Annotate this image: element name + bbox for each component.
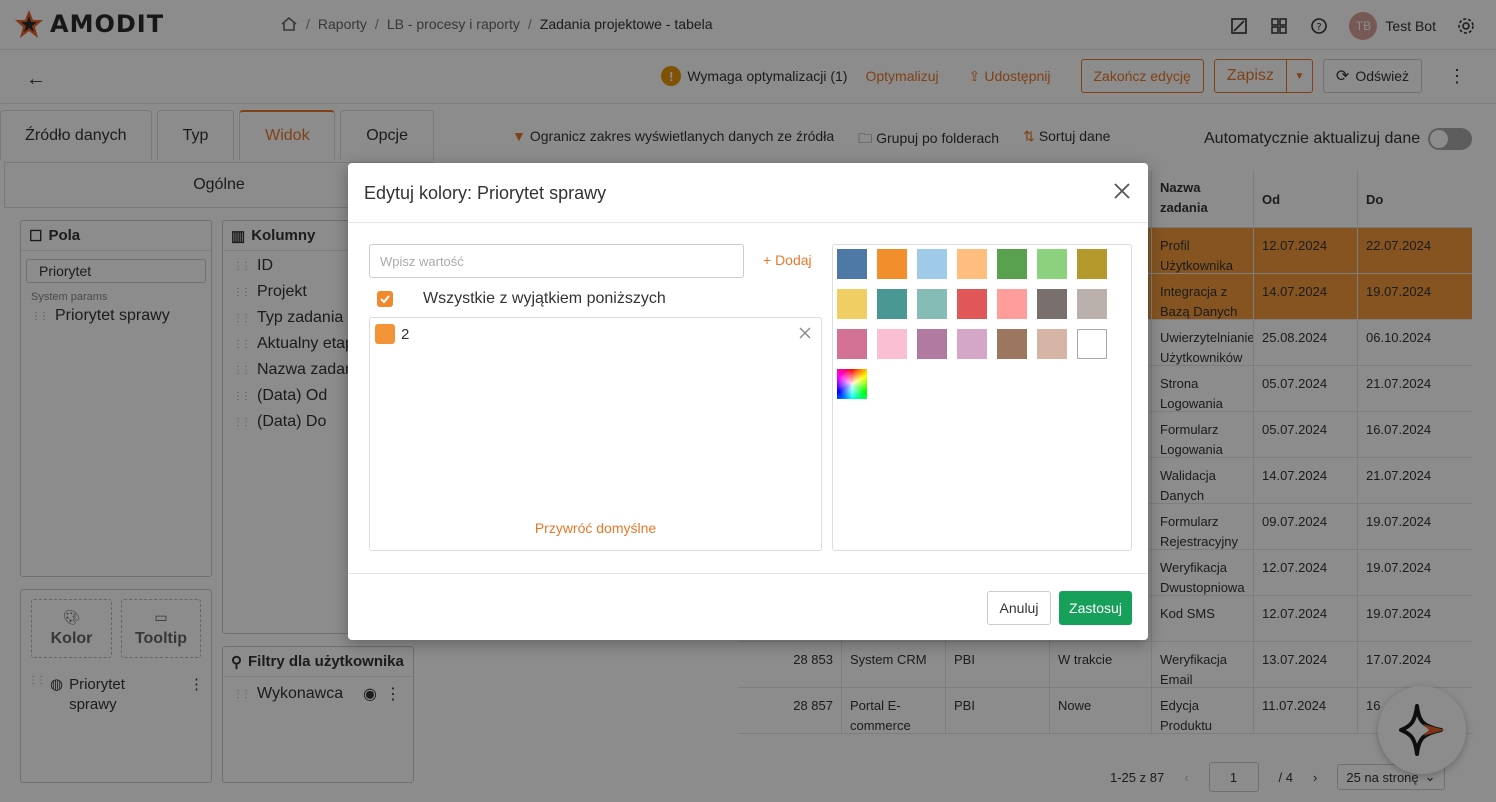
color-swatch[interactable] bbox=[997, 329, 1027, 359]
color-swatch[interactable] bbox=[1077, 289, 1107, 319]
color-swatch[interactable] bbox=[1077, 329, 1107, 359]
palette-grid bbox=[837, 249, 1127, 399]
all-except-checkbox[interactable] bbox=[377, 291, 393, 307]
color-swatch[interactable] bbox=[1037, 289, 1067, 319]
color-swatch[interactable] bbox=[957, 249, 987, 279]
values-list: 2 Przywróć domyślne bbox=[369, 317, 822, 551]
apply-button[interactable]: Zastosuj bbox=[1059, 591, 1132, 625]
color-swatch[interactable] bbox=[877, 289, 907, 319]
cancel-button[interactable]: Anuluj bbox=[987, 591, 1051, 625]
color-swatch[interactable] bbox=[997, 289, 1027, 319]
color-swatch[interactable] bbox=[837, 289, 867, 319]
edit-colors-dialog: Edytuj kolory: Priorytet sprawy + Dodaj … bbox=[348, 163, 1148, 640]
color-swatch[interactable] bbox=[917, 329, 947, 359]
color-swatch[interactable] bbox=[837, 329, 867, 359]
value-input[interactable] bbox=[369, 244, 744, 278]
dialog-footer: Anuluj Zastosuj bbox=[348, 573, 1148, 640]
all-except-checkbox-row[interactable]: Wszystkie z wyjątkiem poniższych bbox=[377, 290, 666, 308]
remove-value-icon[interactable] bbox=[799, 326, 813, 340]
color-swatch[interactable] bbox=[837, 249, 867, 279]
color-palette bbox=[832, 244, 1132, 551]
color-swatch[interactable] bbox=[997, 249, 1027, 279]
value-label: 2 bbox=[401, 325, 410, 343]
color-swatch[interactable] bbox=[877, 249, 907, 279]
color-swatch[interactable] bbox=[957, 289, 987, 319]
color-swatch[interactable] bbox=[917, 249, 947, 279]
color-swatch[interactable] bbox=[917, 289, 947, 319]
close-icon[interactable] bbox=[1110, 179, 1134, 203]
dialog-title: Edytuj kolory: Priorytet sprawy bbox=[364, 183, 607, 203]
restore-defaults-link[interactable]: Przywróć domyślne bbox=[370, 520, 821, 536]
checkmark-icon bbox=[380, 295, 390, 304]
value-item[interactable]: 2 bbox=[375, 324, 409, 344]
color-swatch[interactable] bbox=[957, 329, 987, 359]
color-swatch[interactable] bbox=[877, 329, 907, 359]
all-except-label: Wszystkie z wyjątkiem poniższych bbox=[423, 290, 666, 307]
color-swatch[interactable] bbox=[1077, 249, 1107, 279]
value-color-swatch[interactable] bbox=[375, 324, 395, 344]
custom-color-picker-icon[interactable] bbox=[837, 369, 867, 399]
dialog-header: Edytuj kolory: Priorytet sprawy bbox=[348, 163, 1148, 223]
color-swatch[interactable] bbox=[1037, 249, 1067, 279]
add-value-button[interactable]: + Dodaj bbox=[763, 252, 812, 268]
color-swatch[interactable] bbox=[1037, 329, 1067, 359]
